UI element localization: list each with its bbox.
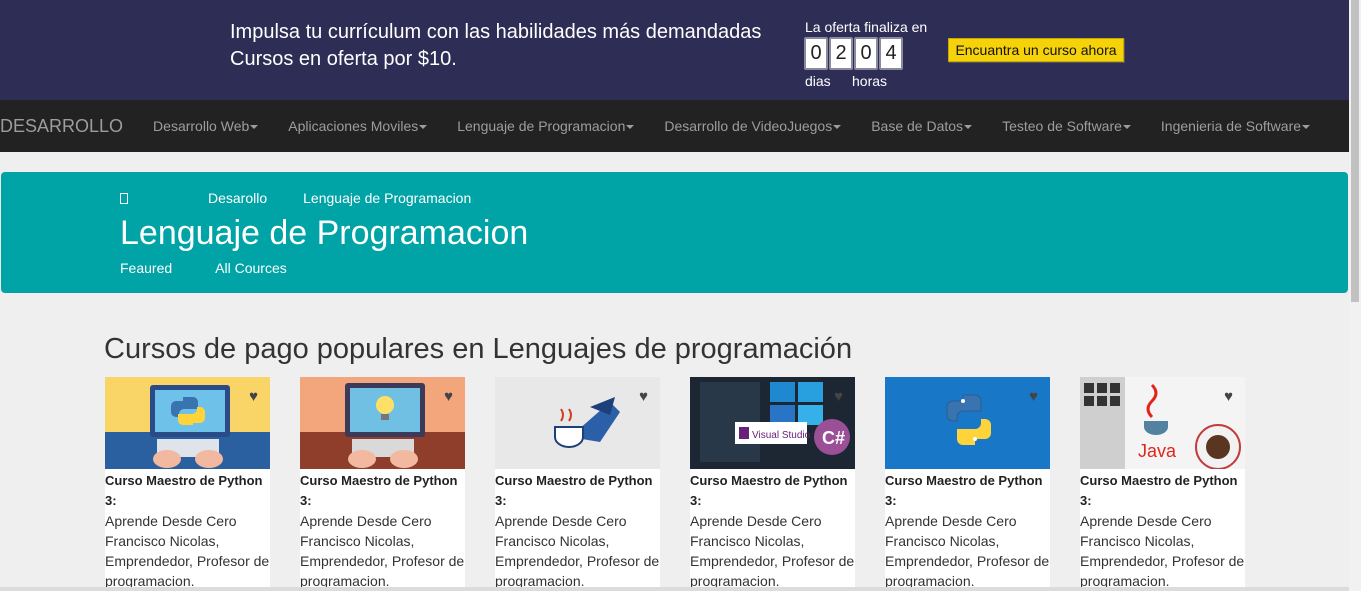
caret-down-icon — [1122, 125, 1131, 130]
course-cards: ♥ Curso Maestro de Python 3: Aprende Des… — [105, 377, 1265, 591]
course-card[interactable]: ♥ Curso Maestro de Python 3: Aprende Des… — [495, 377, 660, 591]
caret-down-icon — [419, 125, 428, 130]
find-course-button[interactable]: Encuantra un curso ahora — [948, 38, 1124, 62]
lightbulb-laptop-icon: ♥ — [300, 377, 465, 469]
promo-line1: Impulsa tu currículum con las habilidade… — [230, 21, 762, 43]
course-card[interactable]: Java ♥ Curso Maestro de Python 3: Aprend… — [1080, 377, 1245, 591]
heart-icon[interactable]: ♥ — [1224, 388, 1233, 405]
caret-down-icon — [626, 125, 635, 130]
java-cup-icon: Java ♥ — [1080, 377, 1245, 469]
visual-studio-csharp-icon: Visual Studio C# ♥ — [690, 377, 855, 469]
card-desc: Aprende Desde Cero Francisco Nicolas, Em… — [105, 513, 270, 589]
section-title: Cursos de pago populares en Lenguajes de… — [104, 333, 853, 365]
java-label: Java — [1138, 441, 1177, 461]
card-title: Curso Maestro de Python 3: — [1080, 473, 1238, 508]
navbar-brand[interactable]: DESARROLLO — [0, 116, 123, 137]
caret-down-icon — [1302, 125, 1311, 130]
visual-studio-label: Visual Studio — [752, 430, 811, 441]
promo-text: Impulsa tu currículum con las habilidade… — [230, 19, 761, 73]
caret-down-icon — [833, 125, 842, 130]
promo-banner: Impulsa tu currículum con las habilidade… — [0, 0, 1349, 100]
breadcrumb-desarrollo[interactable]: Desarollo — [208, 190, 267, 206]
course-card[interactable]: ♥ Curso Maestro de Python 3: Aprende Des… — [885, 377, 1050, 591]
nav-item-desarrollo-de-videojuegos[interactable]: Desarrollo de VideoJuegos — [664, 118, 842, 134]
tab-all-courses[interactable]: All Cources — [215, 260, 287, 276]
nav-item-desarrollo-web[interactable]: Desarrollo Web — [153, 118, 259, 134]
offer-label: La oferta finaliza en — [805, 19, 928, 35]
vertical-scrollbar-thumb[interactable] — [1351, 0, 1359, 302]
card-title: Curso Maestro de Python 3: — [885, 473, 1043, 508]
heart-icon[interactable]: ♥ — [834, 388, 843, 405]
promo-line2: Cursos en oferta por $10. — [230, 48, 457, 70]
card-desc: Aprende Desde Cero Francisco Nicolas, Em… — [885, 513, 1050, 589]
countdown-unit-days: dias — [805, 73, 831, 89]
heart-icon[interactable]: ♥ — [249, 388, 258, 405]
nav-item-label: Lenguaje de Programacion — [457, 118, 626, 134]
category-header: Desarollo Lenguaje de Programacion Lengu… — [1, 172, 1348, 293]
countdown-unit-hours: horas — [852, 73, 888, 89]
nav-item-label: Testeo de Software — [1002, 118, 1122, 134]
page-title: Lenguaje de Programacion — [120, 214, 529, 252]
category-tabs: Feaured All Cources — [120, 260, 330, 276]
card-desc: Aprende Desde Cero Francisco Nicolas, Em… — [495, 513, 660, 589]
nav-item-aplicaciones-moviles[interactable]: Aplicaciones Moviles — [288, 118, 428, 134]
card-desc: Aprende Desde Cero Francisco Nicolas, Em… — [300, 513, 465, 589]
card-title: Curso Maestro de Python 3: — [300, 473, 458, 508]
tab-featured[interactable]: Feaured — [120, 260, 172, 276]
caret-down-icon — [250, 125, 259, 130]
countdown-digit: 4 — [879, 37, 903, 70]
breadcrumb: Desarollo Lenguaje de Programacion — [120, 190, 471, 206]
python-logo-blue-icon: ♥ — [885, 377, 1050, 469]
nav-item-label: Base de Datos — [871, 118, 964, 134]
vertical-scrollbar[interactable] — [1349, 0, 1361, 591]
csharp-label: C# — [822, 428, 845, 448]
main-navbar: DESARROLLO Desarrollo Web Aplicaciones M… — [0, 100, 1349, 152]
nav-item-ingenieria-de-software[interactable]: Ingenieria de Software — [1160, 118, 1311, 134]
heart-icon[interactable]: ♥ — [639, 388, 648, 405]
card-desc: Aprende Desde Cero Francisco Nicolas, Em… — [1080, 513, 1245, 589]
card-title: Curso Maestro de Python 3: — [495, 473, 653, 508]
heart-icon[interactable]: ♥ — [1029, 388, 1038, 405]
nav-item-base-de-datos[interactable]: Base de Datos — [871, 118, 973, 134]
nav-item-testeo-de-software[interactable]: Testeo de Software — [1002, 118, 1131, 134]
countdown-digit: 0 — [804, 37, 828, 70]
home-icon[interactable] — [120, 192, 128, 204]
nav-item-label: Aplicaciones Moviles — [288, 118, 419, 134]
countdown-digit: 2 — [829, 37, 853, 70]
card-title: Curso Maestro de Python 3: — [105, 473, 263, 508]
countdown: 0 2 0 4 — [804, 37, 904, 70]
course-card[interactable]: Visual Studio C# ♥ Curso Maestro de Pyth… — [690, 377, 855, 591]
course-card[interactable]: ♥ Curso Maestro de Python 3: Aprende Des… — [300, 377, 465, 591]
card-desc: Aprende Desde Cero Francisco Nicolas, Em… — [690, 513, 855, 589]
caret-down-icon — [964, 125, 973, 130]
java-bird-icon: ♥ — [495, 377, 660, 469]
python-laptop-yellow-icon: ♥ — [105, 377, 270, 469]
countdown-digit: 0 — [854, 37, 878, 70]
course-card[interactable]: ♥ Curso Maestro de Python 3: Aprende Des… — [105, 377, 270, 591]
breadcrumb-lenguaje[interactable]: Lenguaje de Programacion — [303, 190, 471, 206]
nav-item-lenguaje-de-programacion[interactable]: Lenguaje de Programacion — [457, 118, 635, 134]
nav-item-label: Desarrollo de VideoJuegos — [664, 118, 833, 134]
card-title: Curso Maestro de Python 3: — [690, 473, 848, 508]
nav-item-label: Ingenieria de Software — [1160, 118, 1302, 134]
horizontal-scrollbar[interactable] — [0, 587, 1349, 591]
nav-item-label: Desarrollo Web — [153, 118, 250, 134]
heart-icon[interactable]: ♥ — [444, 388, 453, 405]
